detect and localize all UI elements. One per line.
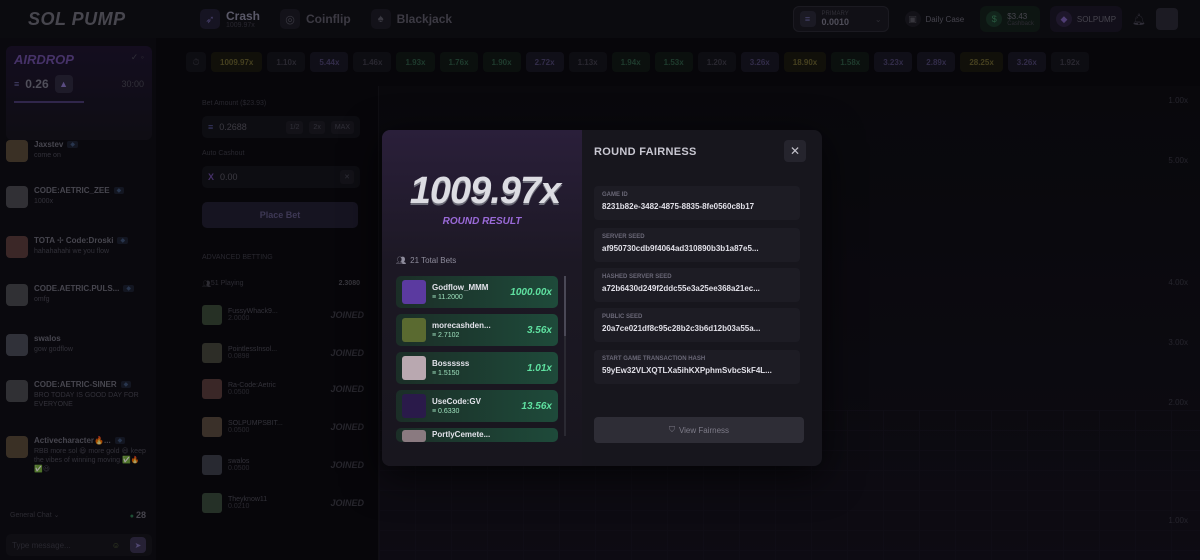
avatar [402,280,426,304]
bet-player-name: Godflow_MMM [432,283,489,292]
field-value: 8231b82e-3482-4875-8835-8fe0560c8b17 [602,202,755,211]
players-icon: 👥︎ [396,256,407,265]
view-fairness-button[interactable]: ⛉ View Fairness [594,417,804,443]
bet-card: morecashden... ≡ 2.7102 3.56x [396,314,558,346]
game-id-field[interactable]: GAME ID 8231b82e-3482-4875-8835-8fe0560c… [594,186,800,220]
round-multiplier: 1009.97x [409,170,562,212]
field-label: SERVER SEED [602,234,645,240]
bet-cashout-multiplier: 1.01x [526,362,552,374]
bet-cashout-multiplier: 3.56x [526,324,552,336]
bet-cashout-multiplier: 1000.00x [510,286,552,298]
bet-card: UseCode:GV ≡ 0.6330 13.56x [396,390,558,422]
bet-card: Godflow_MMM ≡ 11.2000 1000.00x [396,276,558,308]
round-result-panel: 1009.97x ROUND RESULT 👥︎ 21 Total Bets Go… [382,130,582,466]
fairness-panel: ROUND FAIRNESS ✕ GAME ID 8231b82e-3482-4… [582,130,822,466]
bet-player-name: PortlyCemete... [432,430,491,439]
bet-cashout-multiplier: 13.56x [521,400,552,412]
field-value: 59yEw32VLXQTLXa5ihKXPphmSvbcSkF4L... [602,366,772,375]
field-label: START GAME TRANSACTION HASH [602,356,706,362]
field-label: GAME ID [602,192,628,198]
total-bets: 👥︎ 21 Total Bets [396,256,456,265]
transaction-hash-field[interactable]: START GAME TRANSACTION HASH 59yEw32VLXQT… [594,350,800,384]
server-seed-field[interactable]: SERVER SEED af950730cdb9f4064ad310890b3b… [594,228,800,262]
bet-player-amount: 1.5150 [438,370,460,377]
view-fairness-label: View Fairness [678,425,730,435]
fairness-title: ROUND FAIRNESS [594,146,697,158]
round-result-label: ROUND RESULT [442,216,522,227]
bet-player-name: morecashden... [432,321,491,330]
field-label: PUBLIC SEED [602,314,643,320]
close-icon[interactable]: ✕ [784,140,806,162]
shield-icon: ⛉ [668,425,675,434]
total-bets-label: 21 Total Bets [410,256,457,265]
field-value: a72b6430d249f2ddc55e3a25ee368a21ec... [602,284,760,293]
bet-player-name: UseCode:GV [432,397,481,406]
avatar [402,430,426,442]
bet-player-amount: 0.6330 [438,408,460,415]
avatar [402,356,426,380]
hashed-server-seed-field[interactable]: HASHED SERVER SEED a72b6430d249f2ddc55e3… [594,268,800,302]
field-label: HASHED SERVER SEED [602,274,672,280]
bets-scrollbar[interactable] [564,276,566,436]
bet-card: Bossssss ≡ 1.5150 1.01x [396,352,558,384]
field-value: 20a7ce021df8c95c28b2c3b6d12b03a55a... [602,324,761,333]
avatar [402,318,426,342]
bet-player-amount: 11.2000 [438,294,463,301]
bet-player-name: Bossssss [432,359,470,368]
bet-player-amount: 2.7102 [438,332,460,339]
avatar [402,394,426,418]
field-value: af950730cdb9f4064ad310890b3b1a87e5... [602,244,759,253]
round-fairness-modal: 1009.97x ROUND RESULT 👥︎ 21 Total Bets Go… [382,130,822,466]
bet-card: PortlyCemete... [396,428,558,442]
public-seed-field[interactable]: PUBLIC SEED 20a7ce021df8c95c28b2c3b6d12b… [594,308,800,342]
